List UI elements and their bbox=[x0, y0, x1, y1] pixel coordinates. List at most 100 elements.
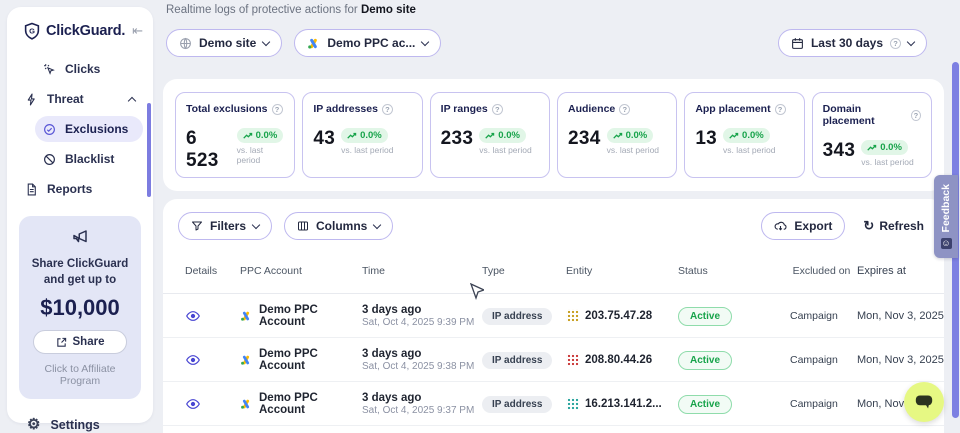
help-icon[interactable]: ? bbox=[492, 104, 503, 115]
logs-panel: Filters Columns Export ↻ Refresh bbox=[163, 199, 944, 433]
gear-icon: ⚙ bbox=[27, 417, 40, 432]
google-ads-icon bbox=[240, 310, 252, 322]
stat-value: 13 bbox=[695, 128, 717, 150]
filters-button[interactable]: Filters bbox=[178, 212, 272, 240]
stat-sub: vs. last period bbox=[237, 145, 285, 165]
stat-label: App placement bbox=[695, 103, 770, 115]
country-flag-icon bbox=[566, 353, 579, 366]
help-icon[interactable]: ? bbox=[911, 110, 921, 121]
cloud-download-icon bbox=[774, 220, 787, 233]
sidebar-item-label: Threat bbox=[47, 92, 84, 106]
filter-funnel-icon bbox=[191, 220, 203, 232]
col-entity[interactable]: Entity bbox=[566, 265, 678, 278]
expires-at-value: Mon, Nov 3, 2025 bbox=[853, 354, 944, 366]
view-details-eye-icon[interactable] bbox=[185, 352, 240, 368]
entity-value: 208.80.44.26 bbox=[585, 354, 652, 366]
filters-button-label: Filters bbox=[210, 219, 246, 233]
sidebar-item-threat[interactable]: Threat bbox=[17, 86, 143, 112]
ppc-account-name: Demo PPC Account bbox=[259, 304, 362, 328]
site-selector-value: Demo site bbox=[199, 36, 256, 50]
account-selector-dropdown[interactable]: Demo PPC ac... bbox=[294, 29, 441, 57]
site-selector-dropdown[interactable]: Demo site bbox=[166, 29, 282, 57]
col-details[interactable]: Details bbox=[185, 265, 240, 278]
stat-label: IP addresses bbox=[313, 103, 378, 115]
collapse-sidebar-icon[interactable]: ⇤ bbox=[132, 23, 143, 39]
feedback-tab[interactable]: Feedback ☺ bbox=[934, 175, 958, 258]
sidebar-item-blacklist[interactable]: Blacklist bbox=[35, 146, 143, 172]
page-title-prefix: Realtime logs of protective actions for bbox=[166, 4, 358, 16]
refresh-button[interactable]: ↻ Refresh bbox=[863, 218, 924, 234]
stat-value: 234 bbox=[568, 128, 601, 150]
page-title: Realtime logs of protective actions for … bbox=[166, 4, 416, 16]
trend-up-icon bbox=[243, 132, 253, 140]
sidebar-item-clicks[interactable]: Clicks bbox=[35, 56, 143, 82]
stat-value: 233 bbox=[441, 128, 474, 150]
help-icon[interactable]: ? bbox=[382, 104, 393, 115]
columns-button[interactable]: Columns bbox=[284, 212, 393, 240]
promo-text: Share ClickGuard and get up to bbox=[27, 257, 133, 288]
stat-card-app-placement: App placement? 13 0.0% vs. last period bbox=[684, 92, 804, 178]
stat-value: 343 bbox=[823, 140, 856, 162]
sidebar-item-reports[interactable]: Reports bbox=[17, 176, 143, 202]
globe-icon bbox=[179, 37, 192, 50]
account-selector-value: Demo PPC ac... bbox=[327, 36, 415, 50]
export-button-label: Export bbox=[794, 219, 832, 233]
stat-value: 43 bbox=[313, 128, 335, 150]
sidebar-item-exclusions[interactable]: Exclusions bbox=[35, 116, 143, 142]
trend-up-icon bbox=[867, 144, 877, 152]
table-row[interactable]: Demo PPC Account 3 days ago Sat, Oct 4, … bbox=[163, 338, 944, 382]
columns-button-label: Columns bbox=[316, 219, 367, 233]
affiliate-link[interactable]: Click to Affiliate Program bbox=[27, 363, 133, 387]
external-link-icon bbox=[56, 337, 67, 348]
bolt-icon bbox=[25, 93, 38, 106]
entity-value: 16.213.141.2... bbox=[585, 398, 662, 410]
type-badge: IP address bbox=[482, 308, 552, 325]
stats-panel: Total exclusions? 6 523 0.0% vs. last pe… bbox=[163, 79, 944, 191]
stat-change: 0.0% bbox=[498, 130, 520, 141]
document-icon bbox=[25, 183, 38, 196]
view-details-eye-icon[interactable] bbox=[185, 308, 240, 324]
smiley-icon: ☺ bbox=[941, 238, 952, 249]
help-icon[interactable]: ? bbox=[775, 104, 786, 115]
share-button[interactable]: Share bbox=[33, 330, 127, 354]
view-details-eye-icon[interactable] bbox=[185, 396, 240, 412]
share-button-label: Share bbox=[73, 336, 105, 348]
affiliate-promo-card: Share ClickGuard and get up to $10,000 S… bbox=[19, 216, 141, 399]
excluded-on-value: Campaign bbox=[790, 354, 853, 366]
entity-value: 203.75.47.28 bbox=[585, 310, 652, 322]
logs-table: Details PPC Account Time Type Entity Sta… bbox=[163, 250, 944, 433]
chat-launcher-button[interactable] bbox=[904, 382, 944, 422]
sidebar-item-label: Reports bbox=[47, 182, 92, 196]
col-status[interactable]: Status bbox=[678, 265, 790, 278]
check-circle-icon bbox=[43, 123, 56, 136]
svg-text:G: G bbox=[29, 27, 35, 36]
chevron-down-icon bbox=[252, 221, 260, 229]
export-button[interactable]: Export bbox=[761, 212, 845, 240]
col-type[interactable]: Type bbox=[482, 265, 566, 278]
help-icon[interactable]: ? bbox=[272, 104, 283, 115]
sidebar-item-settings[interactable]: ⚙ Settings bbox=[17, 417, 143, 432]
stat-label: Domain placement bbox=[823, 103, 907, 127]
promo-amount: $10,000 bbox=[27, 295, 133, 321]
table-row[interactable]: Demo PPC Account 3 days ago Sat, Oct 4, … bbox=[163, 294, 944, 338]
excluded-on-value: Campaign bbox=[790, 398, 853, 410]
stat-card-total-exclusions: Total exclusions? 6 523 0.0% vs. last pe… bbox=[175, 92, 295, 178]
sidebar-scrollbar-thumb[interactable] bbox=[147, 103, 151, 197]
help-icon[interactable]: ? bbox=[619, 104, 630, 115]
trend-up-icon bbox=[729, 132, 739, 140]
stat-change: 0.0% bbox=[626, 130, 648, 141]
stat-value: 6 523 bbox=[186, 128, 231, 172]
date-range-dropdown[interactable]: Last 30 days ? bbox=[778, 29, 927, 57]
expires-at-value: Mon, Nov 3, 2025 bbox=[853, 310, 944, 322]
table-row[interactable]: 3 days ago IP address bbox=[163, 426, 944, 433]
col-excluded-on[interactable]: Excluded on bbox=[790, 265, 853, 278]
col-ppc-account[interactable]: PPC Account bbox=[240, 265, 362, 278]
refresh-button-label: Refresh bbox=[879, 219, 924, 233]
type-badge: IP address bbox=[482, 396, 552, 413]
google-ads-icon bbox=[307, 37, 320, 50]
col-expires-at[interactable]: Expires at bbox=[853, 265, 944, 278]
sidebar: G ClickGuard. ⇤ Clicks Threat Exclusions bbox=[7, 7, 153, 423]
table-toolbar: Filters Columns Export ↻ Refresh bbox=[163, 199, 944, 240]
table-row[interactable]: Demo PPC Account 3 days ago Sat, Oct 4, … bbox=[163, 382, 944, 426]
col-time[interactable]: Time bbox=[362, 265, 482, 278]
